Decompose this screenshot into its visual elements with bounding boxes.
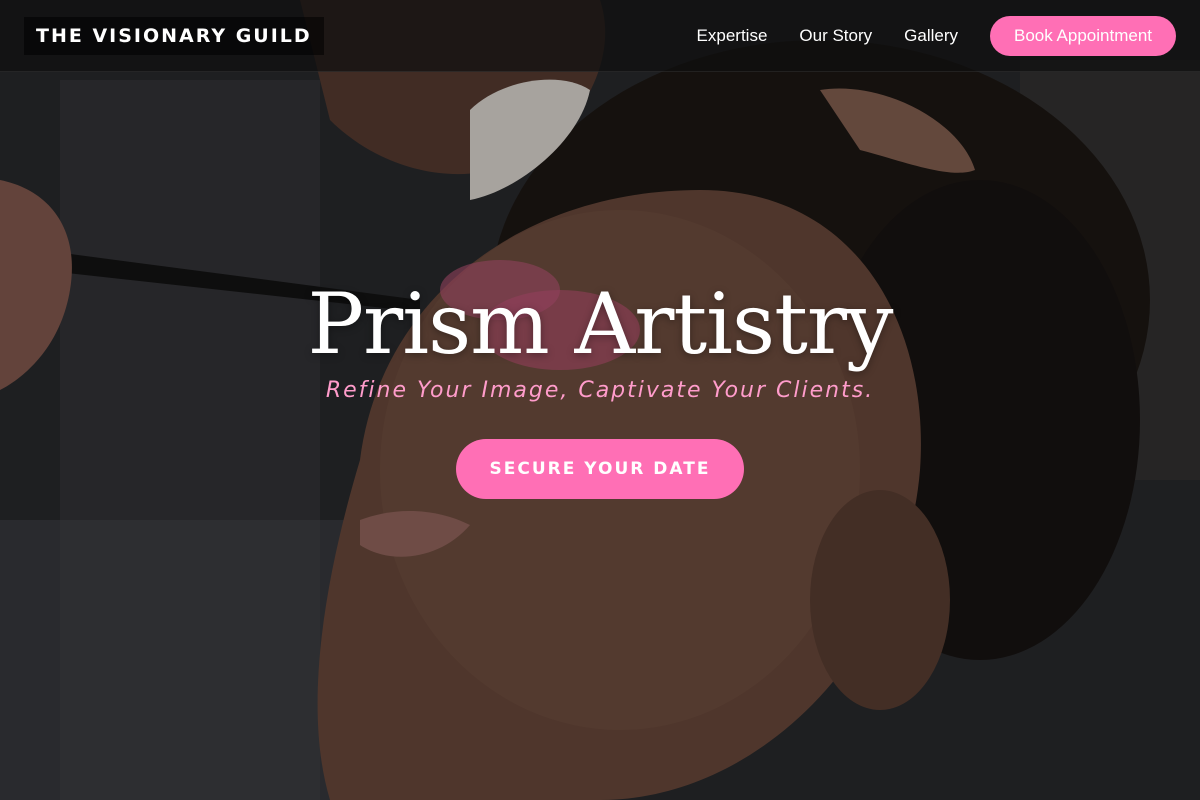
book-appointment-button[interactable]: Book Appointment <box>990 15 1176 56</box>
nav-link-expertise[interactable]: Expertise <box>697 26 768 46</box>
top-navbar: THE VISIONARY GUILD Expertise Our Story … <box>0 0 1200 72</box>
secure-your-date-button[interactable]: SECURE YOUR DATE <box>456 439 744 500</box>
nav-link-gallery[interactable]: Gallery <box>904 26 958 46</box>
hero-section: Prism Artistry Refine Your Image, Captiv… <box>0 275 1200 500</box>
hero-title: Prism Artistry <box>307 275 894 373</box>
primary-nav: Expertise Our Story Gallery Book Appoint… <box>697 15 1176 56</box>
brand-logo[interactable]: THE VISIONARY GUILD <box>24 16 324 55</box>
hero-subtitle: Refine Your Image, Captivate Your Client… <box>325 378 875 404</box>
nav-link-our-story[interactable]: Our Story <box>799 26 872 46</box>
